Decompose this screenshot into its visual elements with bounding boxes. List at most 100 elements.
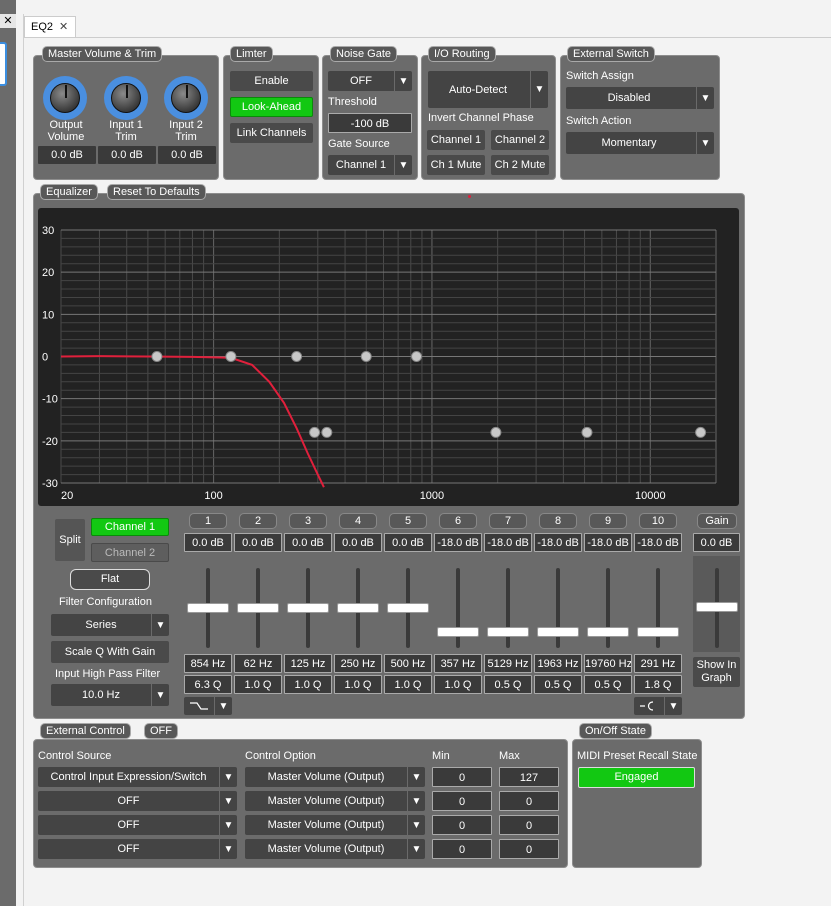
band-freq-value[interactable]: 1963 Hz xyxy=(534,654,582,673)
eq-channel2-button[interactable]: Channel 2 xyxy=(91,543,169,562)
band-slider-thumb[interactable] xyxy=(237,603,279,613)
tab-eq2[interactable]: EQ2 ✕ xyxy=(24,16,76,38)
hpf-dropdown[interactable]: 10.0 Hz ▼ xyxy=(51,684,169,706)
band-slider-thumb[interactable] xyxy=(387,603,429,613)
band-freq-value[interactable]: 250 Hz xyxy=(334,654,382,673)
control-source-dropdown[interactable]: Control Input Expression/Switch ▼ xyxy=(38,767,237,787)
filter-config-dropdown[interactable]: Series ▼ xyxy=(51,614,169,636)
io-mode-dropdown[interactable]: Auto-Detect ▼ xyxy=(428,71,548,108)
control-option-dropdown[interactable]: Master Volume (Output) ▼ xyxy=(245,815,425,835)
band1-shape-dropdown[interactable]: ▼ xyxy=(184,697,232,715)
band-gain-value[interactable]: -18.0 dB xyxy=(634,533,682,552)
control-source-label: Control Source xyxy=(38,750,112,762)
gate-state-dropdown[interactable]: OFF ▼ xyxy=(328,71,412,91)
show-in-graph-button[interactable]: Show In Graph xyxy=(693,657,740,687)
control-max-value[interactable]: 127 xyxy=(499,767,559,787)
switch-assign-dropdown[interactable]: Disabled ▼ xyxy=(566,87,714,109)
tab-close-icon[interactable]: ✕ xyxy=(59,17,68,37)
left-selected-marker[interactable] xyxy=(0,42,7,86)
control-max-value[interactable]: 0 xyxy=(499,839,559,859)
output-volume-value[interactable]: 0.0 dB xyxy=(38,146,96,164)
split-button[interactable]: Split xyxy=(55,519,85,561)
band10-shape-dropdown[interactable]: ▼ xyxy=(634,697,682,715)
band-gain-value[interactable]: -18.0 dB xyxy=(584,533,632,552)
flat-button[interactable]: Flat xyxy=(70,569,150,590)
band-q-value[interactable]: 6.3 Q xyxy=(184,675,232,694)
band-q-value[interactable]: 1.0 Q xyxy=(384,675,432,694)
close-icon[interactable]: ✕ xyxy=(0,14,16,28)
band-slider-thumb[interactable] xyxy=(587,627,629,637)
band-freq-value[interactable]: 125 Hz xyxy=(284,654,332,673)
eq-graph[interactable]: 30 20 10 0 -10 -20 -30 20 100 1000 10000 xyxy=(38,208,739,506)
band-q-value[interactable]: 0.5 Q xyxy=(584,675,632,694)
input1-trim-knob[interactable] xyxy=(104,76,148,120)
input1-trim-value[interactable]: 0.0 dB xyxy=(98,146,156,164)
midi-engaged-button[interactable]: Engaged xyxy=(578,767,695,788)
invert-ch1-button[interactable]: Channel 1 xyxy=(427,130,485,150)
band-freq-value[interactable]: 357 Hz xyxy=(434,654,482,673)
band-q-value[interactable]: 1.0 Q xyxy=(284,675,332,694)
control-max-value[interactable]: 0 xyxy=(499,815,559,835)
band-slider-thumb[interactable] xyxy=(637,627,679,637)
look-ahead-button[interactable]: Look-Ahead xyxy=(230,97,313,117)
gain-value[interactable]: 0.0 dB xyxy=(693,533,740,552)
threshold-value[interactable]: -100 dB xyxy=(328,113,412,133)
band-freq-value[interactable]: 854 Hz xyxy=(184,654,232,673)
band-q-value[interactable]: 1.0 Q xyxy=(234,675,282,694)
band-gain-value[interactable]: 0.0 dB xyxy=(334,533,382,552)
invert-ch2-button[interactable]: Channel 2 xyxy=(491,130,549,150)
band-freq-value[interactable]: 500 Hz xyxy=(384,654,432,673)
control-min-value[interactable]: 0 xyxy=(432,815,492,835)
band-q-value[interactable]: 0.5 Q xyxy=(484,675,532,694)
band-slider-thumb[interactable] xyxy=(537,627,579,637)
control-source-dropdown[interactable]: OFF ▼ xyxy=(38,791,237,811)
control-source-dropdown[interactable]: OFF ▼ xyxy=(38,839,237,859)
band-gain-value[interactable]: -18.0 dB xyxy=(434,533,482,552)
external-control-state[interactable]: OFF xyxy=(144,723,178,739)
output-volume-knob[interactable] xyxy=(43,76,87,120)
gate-source-dropdown[interactable]: Channel 1 ▼ xyxy=(328,155,412,175)
control-min-value[interactable]: 0 xyxy=(432,839,492,859)
band-freq-value[interactable]: 291 Hz xyxy=(634,654,682,673)
input2-trim-knob[interactable] xyxy=(164,76,208,120)
band-freq-value[interactable]: 19760 Hz xyxy=(584,654,632,673)
band-gain-value[interactable]: -18.0 dB xyxy=(534,533,582,552)
band-slider-thumb[interactable] xyxy=(187,603,229,613)
band-slider-thumb[interactable] xyxy=(337,603,379,613)
gain-slider-thumb[interactable] xyxy=(696,602,738,612)
control-option-dropdown[interactable]: Master Volume (Output) ▼ xyxy=(245,791,425,811)
band-gain-value[interactable]: 0.0 dB xyxy=(284,533,332,552)
band-gain-value[interactable]: 0.0 dB xyxy=(184,533,232,552)
band-gain-value[interactable]: 0.0 dB xyxy=(234,533,282,552)
reset-defaults-button[interactable]: Reset To Defaults xyxy=(107,184,206,200)
limiter-enable-button[interactable]: Enable xyxy=(230,71,313,91)
band-gain-value[interactable]: 0.0 dB xyxy=(384,533,432,552)
band-slider-thumb[interactable] xyxy=(437,627,479,637)
control-option-dropdown[interactable]: Master Volume (Output) ▼ xyxy=(245,839,425,859)
control-source-dropdown[interactable]: OFF ▼ xyxy=(38,815,237,835)
band-freq-value[interactable]: 62 Hz xyxy=(234,654,282,673)
control-min-value[interactable]: 0 xyxy=(432,791,492,811)
input2-trim-value[interactable]: 0.0 dB xyxy=(158,146,216,164)
eq-graph-svg[interactable]: 3020100-10-20-3020 100 1000 10000 xyxy=(38,208,739,506)
link-channels-button[interactable]: Link Channels xyxy=(230,123,313,143)
band-q-value[interactable]: 1.8 Q xyxy=(634,675,682,694)
switch-action-dropdown[interactable]: Momentary ▼ xyxy=(566,132,714,154)
ch1-mute-button[interactable]: Ch 1 Mute xyxy=(427,155,485,175)
band-q-value[interactable]: 0.5 Q xyxy=(534,675,582,694)
band-gain-value[interactable]: -18.0 dB xyxy=(484,533,532,552)
control-max-value[interactable]: 0 xyxy=(499,791,559,811)
y-tick-label: -10 xyxy=(42,394,58,406)
ch2-mute-button[interactable]: Ch 2 Mute xyxy=(491,155,549,175)
eq-channel1-button[interactable]: Channel 1 xyxy=(91,518,169,536)
band-slider-thumb[interactable] xyxy=(487,627,529,637)
input2-trim-label: Input 2 Trim xyxy=(169,119,203,143)
scale-q-button[interactable]: Scale Q With Gain xyxy=(51,641,169,663)
master-volume-title: Master Volume & Trim xyxy=(42,46,163,62)
band-freq-value[interactable]: 5129 Hz xyxy=(484,654,532,673)
control-option-dropdown[interactable]: Master Volume (Output) ▼ xyxy=(245,767,425,787)
band-q-value[interactable]: 1.0 Q xyxy=(334,675,382,694)
band-slider-thumb[interactable] xyxy=(287,603,329,613)
band-q-value[interactable]: 1.0 Q xyxy=(434,675,482,694)
control-min-value[interactable]: 0 xyxy=(432,767,492,787)
